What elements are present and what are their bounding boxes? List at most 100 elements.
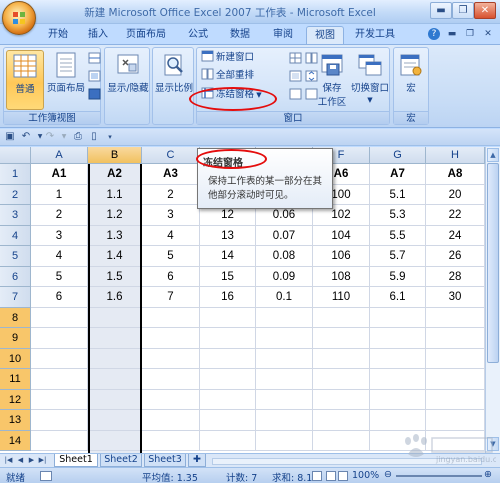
row-header[interactable]: 4	[0, 225, 31, 246]
cell-c14[interactable]	[142, 430, 200, 451]
cell-d8[interactable]	[200, 307, 256, 328]
last-sheet-icon[interactable]: ▶|	[38, 455, 47, 466]
row-header[interactable]: 1	[0, 164, 31, 185]
customize-qat-icon[interactable]: ▾	[104, 131, 116, 143]
cell-e5[interactable]: 0.08	[256, 246, 313, 267]
zoom-slider[interactable]	[396, 475, 482, 477]
cell-a10[interactable]	[31, 348, 88, 369]
macros-button[interactable]: 宏	[394, 50, 428, 110]
row-header[interactable]: 12	[0, 389, 31, 410]
cell-g2[interactable]: 5.1	[370, 184, 426, 205]
close-button[interactable]: ✕	[474, 2, 496, 19]
cell-a11[interactable]	[31, 369, 88, 390]
cell-a13[interactable]	[31, 410, 88, 431]
tab-page-layout[interactable]: 页面布局	[122, 26, 170, 44]
freeze-panes-button[interactable]: 冻结窗格 ▼	[201, 87, 262, 104]
cell-e4[interactable]: 0.07	[256, 225, 313, 246]
cell-f5[interactable]: 106	[313, 246, 370, 267]
cell-a1[interactable]: A1	[31, 164, 88, 185]
cell-e10[interactable]	[256, 348, 313, 369]
cell-c10[interactable]	[142, 348, 200, 369]
cell-c5[interactable]: 5	[142, 246, 200, 267]
cell-a5[interactable]: 4	[31, 246, 88, 267]
tab-view[interactable]: 视图	[306, 26, 344, 44]
unhide-window-icon[interactable]	[289, 88, 302, 100]
row-header[interactable]: 9	[0, 328, 31, 349]
cell-a3[interactable]: 2	[31, 205, 88, 226]
cell-h1[interactable]: A8	[426, 164, 485, 185]
tab-formulas[interactable]: 公式	[184, 26, 212, 44]
next-sheet-icon[interactable]: ▶	[27, 455, 36, 466]
tab-developer[interactable]: 开发工具	[350, 26, 400, 44]
row-header[interactable]: 8	[0, 307, 31, 328]
workbook-close-icon[interactable]: ✕	[482, 28, 494, 40]
cell-h4[interactable]: 24	[426, 225, 485, 246]
new-window-button[interactable]: 新建窗口	[201, 50, 254, 67]
sheet-tab-3[interactable]: Sheet3	[144, 454, 186, 467]
cell-g7[interactable]: 6.1	[370, 287, 426, 308]
cell-g3[interactable]: 5.3	[370, 205, 426, 226]
cell-d7[interactable]: 16	[200, 287, 256, 308]
zoom-level[interactable]: 100%	[352, 470, 379, 481]
full-screen-icon[interactable]	[88, 88, 101, 100]
cell-a8[interactable]	[31, 307, 88, 328]
sheet-tab-2[interactable]: Sheet2	[100, 454, 142, 467]
arrange-all-button[interactable]: 全部重排	[201, 68, 254, 85]
cell-h11[interactable]	[426, 369, 485, 390]
new-document-icon[interactable]: ▯	[88, 131, 100, 143]
cell-h13[interactable]	[426, 410, 485, 431]
row-header[interactable]: 2	[0, 184, 31, 205]
cell-g14[interactable]	[370, 430, 426, 451]
cell-f12[interactable]	[313, 389, 370, 410]
macro-record-icon[interactable]	[40, 471, 52, 481]
cell-g5[interactable]: 5.7	[370, 246, 426, 267]
tab-insert[interactable]: 插入	[82, 26, 114, 44]
hide-window-icon[interactable]	[289, 70, 302, 82]
cell-f9[interactable]	[313, 328, 370, 349]
cell-d6[interactable]: 15	[200, 266, 256, 287]
minimize-button[interactable]: ▬	[430, 2, 452, 19]
office-button[interactable]	[2, 1, 36, 35]
cell-h14[interactable]	[426, 430, 485, 451]
cell-g10[interactable]	[370, 348, 426, 369]
row-header[interactable]: 11	[0, 369, 31, 390]
cell-g6[interactable]: 5.9	[370, 266, 426, 287]
cell-d12[interactable]	[200, 389, 256, 410]
row-header[interactable]: 5	[0, 246, 31, 267]
cell-g4[interactable]: 5.5	[370, 225, 426, 246]
cell-h6[interactable]: 28	[426, 266, 485, 287]
cell-e8[interactable]	[256, 307, 313, 328]
page-layout-status-icon[interactable]	[326, 471, 336, 481]
tab-data[interactable]: 数据	[224, 26, 256, 44]
cell-c9[interactable]	[142, 328, 200, 349]
cell-f8[interactable]	[313, 307, 370, 328]
cell-g12[interactable]	[370, 389, 426, 410]
page-break-status-icon[interactable]	[338, 471, 348, 481]
cell-c2[interactable]: 2	[142, 184, 200, 205]
cell-c8[interactable]	[142, 307, 200, 328]
save-icon[interactable]: ▣	[4, 131, 16, 143]
row-header[interactable]: 6	[0, 266, 31, 287]
zoom-in-icon[interactable]: ⊕	[484, 469, 492, 480]
cell-d14[interactable]	[200, 430, 256, 451]
scroll-down-icon[interactable]: ▼	[487, 437, 499, 451]
cell-c1[interactable]: A3	[142, 164, 200, 185]
normal-view-status-icon[interactable]	[312, 471, 322, 481]
row-header[interactable]: 3	[0, 205, 31, 226]
row-header[interactable]: 14	[0, 430, 31, 451]
cell-g9[interactable]	[370, 328, 426, 349]
horizontal-scrollbar[interactable]	[212, 458, 482, 465]
cell-f10[interactable]	[313, 348, 370, 369]
maximize-button[interactable]: ❐	[452, 2, 474, 19]
cell-f14[interactable]	[313, 430, 370, 451]
column-header-h[interactable]: H	[426, 147, 485, 164]
print-preview-icon[interactable]: ⎙	[72, 131, 84, 143]
cell-h2[interactable]: 20	[426, 184, 485, 205]
cell-h8[interactable]	[426, 307, 485, 328]
vertical-scrollbar[interactable]: ▲ ▼	[485, 147, 500, 453]
cell-a2[interactable]: 1	[31, 184, 88, 205]
row-header[interactable]: 13	[0, 410, 31, 431]
cell-h9[interactable]	[426, 328, 485, 349]
tab-home[interactable]: 开始	[42, 26, 74, 44]
cell-d5[interactable]: 14	[200, 246, 256, 267]
